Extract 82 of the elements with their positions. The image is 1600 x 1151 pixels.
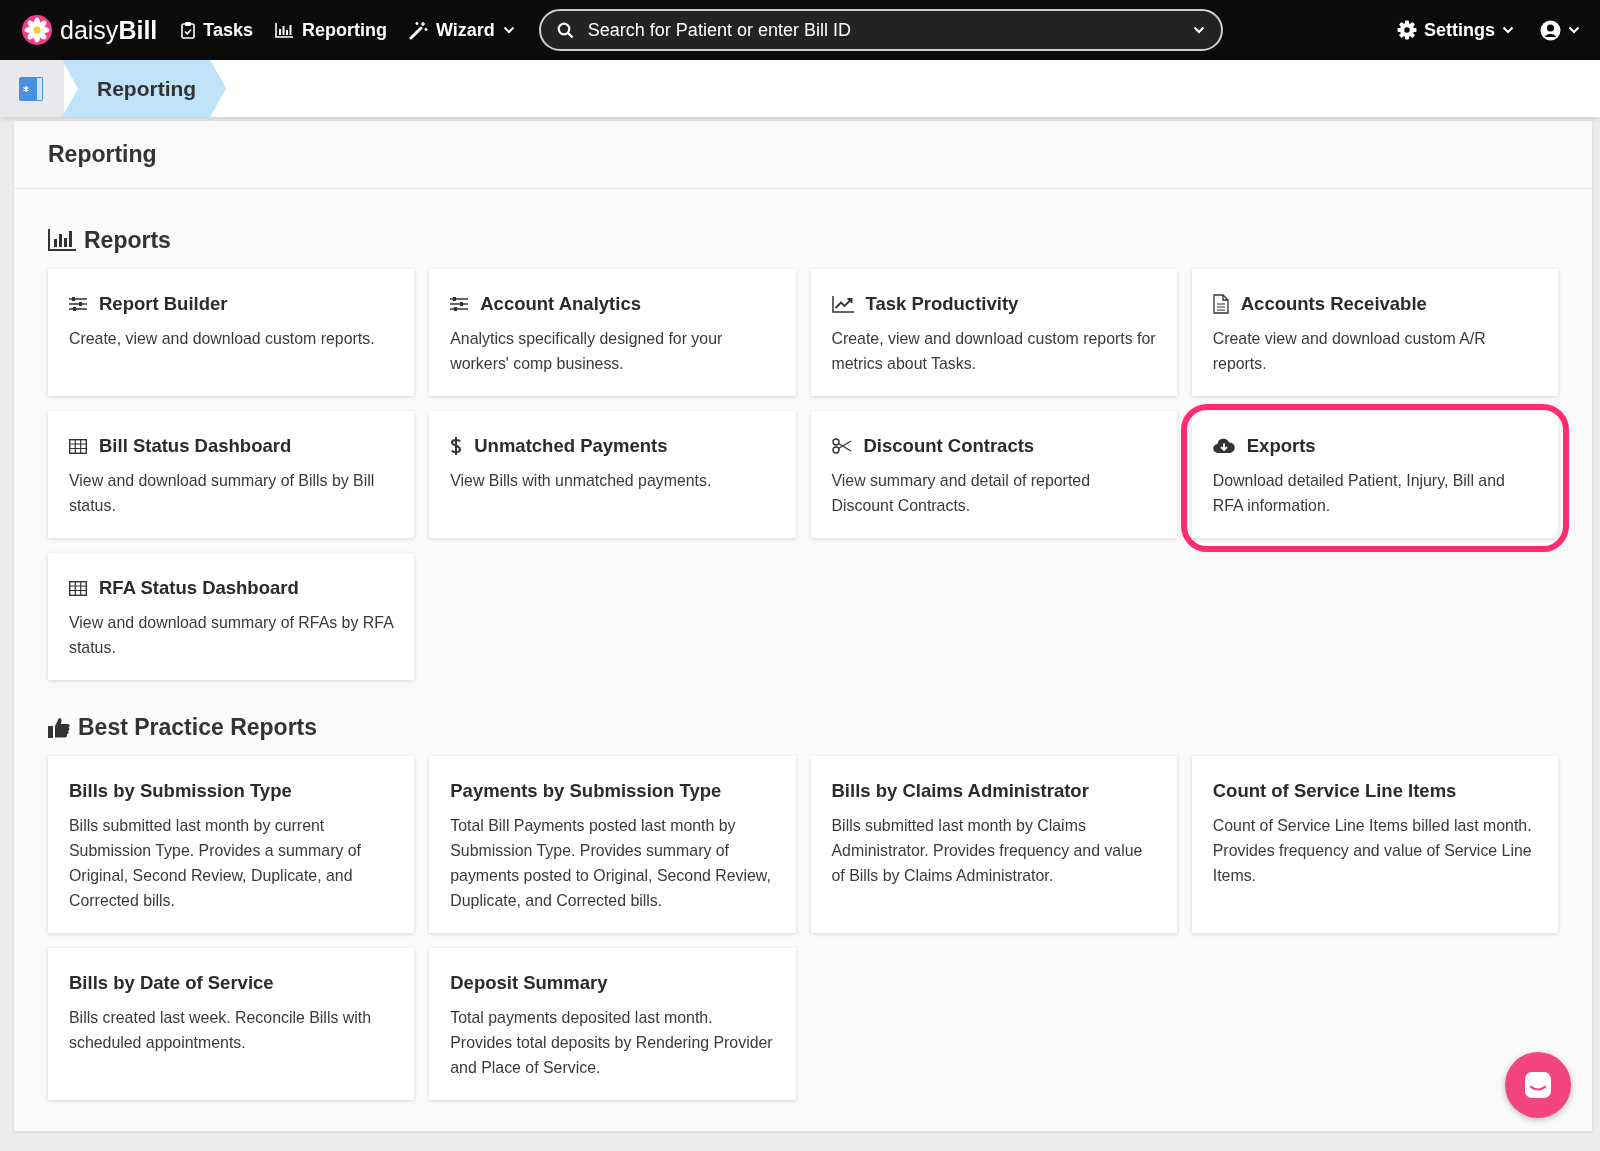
card-title: Accounts Receivable	[1240, 293, 1427, 315]
nav-link[interactable]: Reporting	[275, 19, 387, 41]
card-description: Create view and download custom A/R reports.	[1212, 329, 1487, 374]
scissors-icon	[831, 438, 852, 454]
card-title: Bills by Date of Service	[69, 972, 274, 994]
card-title: Account Analytics	[480, 293, 641, 315]
clipboard-check-icon	[181, 21, 196, 39]
report-card[interactable]: Bill Status Dashboard View and download summary of Bills by Bill status.	[48, 411, 415, 538]
card-title: RFA Status Dashboard	[99, 577, 299, 599]
card-description: Bills submitted last month by Claims Administrator. Provides frequency and value of Bills by Claims Administrator.	[831, 816, 1144, 886]
sliders-icon	[450, 296, 469, 312]
report-card[interactable]: Bills by Claims Administrator Bills submitted last month by Claims Administrator. Provides frequency and value of Bills by Claims Administrator.	[810, 756, 1177, 933]
card-description: Create, view and download custom reports for metrics about Tasks.	[831, 329, 1156, 374]
table-icon	[69, 438, 87, 454]
caret-icon	[1502, 26, 1514, 34]
report-card[interactable]: Accounts Receivable Create view and download custom A/R reports.	[1191, 269, 1558, 396]
report-card[interactable]: RFA Status Dashboard View and download summary of RFAs by RFA status.	[48, 553, 415, 680]
settings-icon	[1397, 20, 1417, 40]
section-heading: Best Practice Reports	[78, 713, 318, 741]
page-title: Reporting	[48, 141, 157, 168]
daisy-logo-icon	[22, 15, 52, 45]
card-description: Total payments deposited last month. Provides total deposits by Rendering Provider and Place of Service.	[450, 1008, 774, 1078]
card-title: Bill Status Dashboard	[99, 435, 292, 457]
card-description: View Bills with unmatched payments.	[450, 471, 713, 491]
card-title: Discount Contracts	[863, 435, 1035, 457]
report-card[interactable]: Task Productivity Create, view and download custom reports for metrics about Tasks.	[810, 269, 1177, 396]
search-bar[interactable]: Search for Patient or enter Bill ID	[538, 9, 1223, 51]
report-card[interactable]: Bills by Date of Service Bills created last week. Reconcile Bills with scheduled appointments.	[48, 948, 415, 1100]
report-card[interactable]: Exports Download detailed Patient, Injury, Bill and RFA information.	[1191, 411, 1558, 538]
card-title: Bills by Claims Administrator	[831, 780, 1089, 802]
card-title: Unmatched Payments	[474, 435, 668, 457]
table-icon	[69, 580, 87, 596]
home-crumb[interactable]	[0, 60, 64, 117]
report-card[interactable]: Count of Service Line Items Count of Service Line Items billed last month. Provides frequency and value of Service Line Items.	[1191, 756, 1558, 933]
caret-icon	[1568, 26, 1580, 34]
notebook-icon	[19, 75, 45, 102]
caret-icon	[502, 26, 515, 34]
breadcrumb-link[interactable]: Reporting	[62, 60, 227, 117]
user-icon	[1540, 19, 1561, 41]
card-title: Count of Service Line Items	[1212, 780, 1457, 802]
section-heading: Reports	[84, 226, 171, 254]
caret-icon	[1192, 26, 1205, 34]
line-chart-icon	[831, 295, 854, 313]
card-description: View summary and detail of reported Discount Contracts.	[831, 471, 1091, 516]
report-card[interactable]: Bills by Submission Type Bills submitted last month by current Submission Type. Provides a summary of Original, Second Review, Duplicate, and Corrected bills.	[48, 756, 415, 933]
nav-link[interactable]: Tasks	[181, 19, 253, 41]
card-description: View and download summary of Bills by Bill status.	[69, 471, 376, 516]
nav-link[interactable]: Wizard	[409, 19, 515, 41]
bar-chart-icon	[48, 229, 76, 251]
card-description: Bills created last week. Reconcile Bills with scheduled appointments.	[69, 1008, 373, 1053]
magic-wand-icon	[409, 20, 428, 40]
card-description: Download detailed Patient, Injury, Bill and RFA information.	[1212, 471, 1506, 516]
brand-name: daisyBill	[60, 15, 158, 45]
card-title: Payments by Submission Type	[450, 780, 722, 802]
thumbs-up-icon	[48, 716, 70, 738]
report-card[interactable]: Discount Contracts View summary and detail of reported Discount Contracts.	[810, 411, 1177, 538]
card-title: Report Builder	[99, 293, 228, 315]
chat-icon	[1522, 1069, 1554, 1101]
report-card[interactable]: Account Analytics Analytics specifically designed for your workers' comp business.	[429, 269, 796, 396]
dollar-icon	[450, 436, 463, 456]
settings-menu[interactable]: Settings	[1397, 19, 1514, 41]
card-description: Analytics specifically designed for your workers' comp business.	[450, 329, 724, 374]
card-title: Deposit Summary	[450, 972, 608, 994]
search-icon	[556, 21, 574, 39]
report-card[interactable]: Report Builder Create, view and download custom reports.	[48, 269, 415, 396]
card-title: Task Productivity	[865, 293, 1019, 315]
report-card[interactable]: Unmatched Payments View Bills with unmatched payments.	[429, 411, 796, 538]
report-card[interactable]: Deposit Summary Total payments deposited last month. Provides total deposits by Rendering Provider and Place of Service.	[429, 948, 796, 1100]
card-title: Exports	[1246, 435, 1316, 457]
card-description: View and download summary of RFAs by RFA status.	[69, 613, 394, 658]
cloud-download-icon	[1212, 438, 1235, 454]
sliders-icon	[69, 296, 87, 312]
bar-chart-icon	[275, 22, 294, 38]
search-input[interactable]: Search for Patient or enter Bill ID	[585, 18, 1181, 42]
document-icon	[1212, 294, 1229, 314]
card-description: Count of Service Line Items billed last month. Provides frequency and value of Service Line Items.	[1212, 816, 1533, 886]
card-description: Create, view and download custom reports.	[69, 329, 376, 349]
account-menu[interactable]	[1540, 19, 1580, 41]
report-card[interactable]: Payments by Submission Type Total Bill Payments posted last month by Submission Type. Provides summary of payments posted to Original, Second Review, Duplicate, and Corrected bills.	[429, 756, 796, 933]
card-title: Bills by Submission Type	[69, 780, 292, 802]
card-description: Bills submitted last month by current Submission Type. Provides a summary of Original, Second Review, Duplicate, and Corrected bills.	[69, 816, 363, 911]
card-description: Total Bill Payments posted last month by Submission Type. Provides summary of payments posted to Original, Second Review, Duplicate, and Corrected bills.	[450, 816, 772, 911]
